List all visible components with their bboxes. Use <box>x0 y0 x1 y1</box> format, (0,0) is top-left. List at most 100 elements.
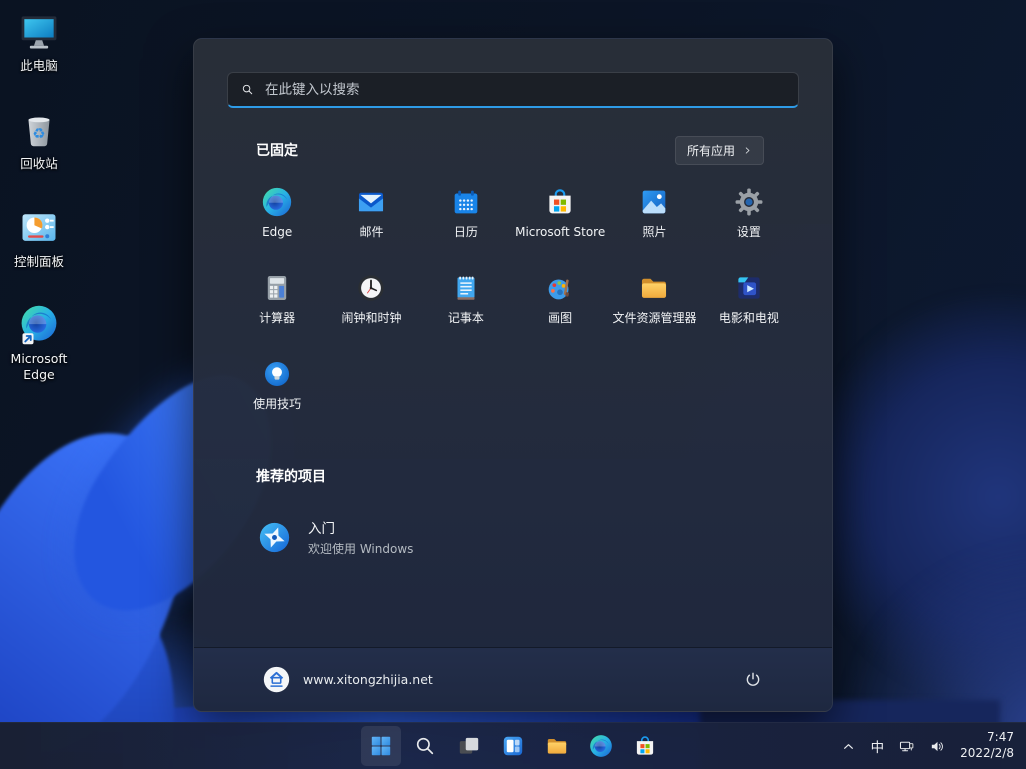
widgets-button[interactable] <box>493 726 533 766</box>
edge-icon <box>588 733 614 759</box>
pinned-app-label: 计算器 <box>259 312 295 326</box>
power-icon <box>743 670 763 690</box>
pinned-app-calendar[interactable]: 日历 <box>419 176 513 262</box>
file-explorer-icon <box>637 271 671 305</box>
start-menu-footer: www.xitongzhijia.net <box>194 647 832 711</box>
tips-icon <box>260 357 294 391</box>
task-view-icon <box>456 733 482 759</box>
search-input-box[interactable] <box>227 72 799 108</box>
pinned-app-settings[interactable]: 设置 <box>702 176 796 262</box>
pinned-app-store[interactable]: Microsoft Store <box>513 176 607 262</box>
user-avatar <box>262 665 291 694</box>
all-apps-label: 所有应用 <box>687 142 735 159</box>
recommended-item-title: 入门 <box>308 517 413 537</box>
calendar-icon <box>449 185 483 219</box>
pinned-app-file-explorer[interactable]: 文件资源管理器 <box>607 262 701 348</box>
user-account-button[interactable]: www.xitongzhijia.net <box>254 659 441 700</box>
pinned-app-mail[interactable]: 邮件 <box>324 176 418 262</box>
edge-icon <box>260 185 294 219</box>
search-input[interactable] <box>265 82 786 98</box>
pinned-app-label: 日历 <box>454 226 478 240</box>
pinned-app-clock[interactable]: 闹钟和时钟 <box>324 262 418 348</box>
notepad-icon <box>449 271 483 305</box>
settings-icon <box>732 185 766 219</box>
start-icon <box>368 733 394 759</box>
get-started-icon <box>256 519 293 556</box>
desktop-icon-label: 控制面板 <box>14 254 64 270</box>
pinned-app-notepad[interactable]: 记事本 <box>419 262 513 348</box>
ime-button[interactable]: 中 <box>865 729 891 763</box>
edge-taskbar-button[interactable] <box>581 726 621 766</box>
network-icon <box>898 738 915 755</box>
desktop-icon-edge-shortcut[interactable]: Microsoft Edge <box>0 303 78 382</box>
taskbar-buttons <box>361 726 665 766</box>
chevron-right-icon <box>743 146 752 155</box>
taskbar: 中 7:47 2022/2/8 <box>0 722 1026 769</box>
pinned-app-movies-tv[interactable]: 电影和电视 <box>702 262 796 348</box>
volume-icon <box>929 738 946 755</box>
pinned-app-edge[interactable]: Edge <box>230 176 324 262</box>
store-icon <box>543 185 577 219</box>
control-panel-icon <box>17 206 61 250</box>
network-button[interactable] <box>892 729 921 763</box>
search-icon <box>240 82 255 97</box>
taskbar-search-button[interactable] <box>405 726 445 766</box>
clock-time: 7:47 <box>960 730 1014 746</box>
store-taskbar-button[interactable] <box>625 726 665 766</box>
recommended-list: 入门欢迎使用 Windows <box>238 508 788 566</box>
pinned-app-calculator[interactable]: 计算器 <box>230 262 324 348</box>
paint-icon <box>543 271 577 305</box>
clock-icon <box>354 271 388 305</box>
store-icon <box>632 733 658 759</box>
pinned-app-label: Microsoft Store <box>515 226 605 240</box>
this-pc-icon <box>17 10 61 54</box>
recommended-item-get-started[interactable]: 入门欢迎使用 Windows <box>238 508 788 566</box>
pinned-header: 已固定 <box>256 140 298 160</box>
screen: 此电脑 ♻ 回收站 控制面板 Microsoft Edge <box>0 0 1026 769</box>
volume-button[interactable] <box>923 729 952 763</box>
tray-overflow-button[interactable] <box>834 729 863 763</box>
pinned-app-label: 照片 <box>642 226 666 240</box>
task-view-button[interactable] <box>449 726 489 766</box>
pinned-app-label: 闹钟和时钟 <box>341 312 401 326</box>
mail-icon <box>354 185 388 219</box>
ime-label: 中 <box>871 736 885 756</box>
desktop-icon-control-panel[interactable]: 控制面板 <box>0 206 78 270</box>
pinned-app-label: 记事本 <box>448 312 484 326</box>
desktop-icon-label: Microsoft Edge <box>0 351 78 382</box>
clock[interactable]: 7:47 2022/2/8 <box>954 730 1022 761</box>
chevron-up-icon <box>840 738 857 755</box>
start-button[interactable] <box>361 726 401 766</box>
pinned-app-paint[interactable]: 画图 <box>513 262 607 348</box>
pinned-apps-grid: Edge 邮件 日历 Microsoft Store 照片 设置 <box>230 176 796 434</box>
recommended-item-subtitle: 欢迎使用 Windows <box>308 540 413 557</box>
edge-shortcut-icon <box>17 303 61 347</box>
recommended-header: 推荐的项目 <box>256 466 326 486</box>
pinned-app-tips[interactable]: 使用技巧 <box>230 348 324 434</box>
desktop-icon-this-pc[interactable]: 此电脑 <box>0 10 78 74</box>
pinned-app-photos[interactable]: 照片 <box>607 176 701 262</box>
pinned-app-label: 邮件 <box>359 226 383 240</box>
movies-tv-icon <box>732 271 766 305</box>
desktop-icon-label: 回收站 <box>20 156 58 172</box>
recycle-bin-icon: ♻ <box>17 108 61 152</box>
pinned-app-label: 文件资源管理器 <box>612 312 696 326</box>
pinned-app-label: 电影和电视 <box>719 312 779 326</box>
system-tray: 中 7:47 2022/2/8 <box>834 723 1022 769</box>
search-icon <box>412 733 438 759</box>
pinned-app-label: 使用技巧 <box>253 398 301 412</box>
power-button[interactable] <box>734 661 772 699</box>
clock-date: 2022/2/8 <box>960 746 1014 762</box>
pinned-app-label: 画图 <box>548 312 572 326</box>
svg-text:♻: ♻ <box>32 125 45 142</box>
desktop-icon-recycle-bin[interactable]: ♻ 回收站 <box>0 108 78 172</box>
desktop-icon-label: 此电脑 <box>20 58 58 74</box>
pinned-app-label: 设置 <box>737 226 761 240</box>
photos-icon <box>637 185 671 219</box>
recommended-item-text: 入门欢迎使用 Windows <box>308 517 413 557</box>
pinned-app-label: Edge <box>262 226 292 240</box>
all-apps-button[interactable]: 所有应用 <box>675 136 764 165</box>
file-explorer-button[interactable] <box>537 726 577 766</box>
calculator-icon <box>260 271 294 305</box>
widgets-icon <box>500 733 526 759</box>
